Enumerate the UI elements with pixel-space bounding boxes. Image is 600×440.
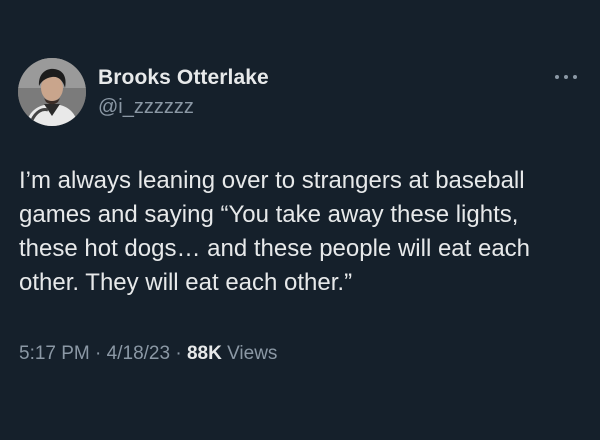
tweet-date[interactable]: 4/18/23 — [107, 343, 170, 364]
more-dot — [573, 75, 577, 79]
tweet-time[interactable]: 5:17 PM — [19, 343, 90, 364]
more-dot — [564, 75, 568, 79]
tweet-text-line: other. They will eat each other.” — [19, 269, 353, 296]
avatar[interactable] — [18, 58, 86, 126]
avatar-image — [18, 58, 86, 126]
meta-separator: · — [95, 343, 102, 364]
tweet-text-line: these hot dogs… and these people will ea… — [19, 235, 531, 262]
views-label: Views — [227, 343, 278, 364]
tweet-text-line: I’m always leaning over to strangers at … — [19, 167, 525, 194]
tweet-text-line: games and saying “You take away these li… — [19, 201, 519, 228]
more-options-icon[interactable] — [554, 72, 578, 82]
author-handle[interactable]: @i_zzzzzz — [98, 96, 194, 119]
meta-separator: · — [175, 343, 182, 364]
more-dot — [555, 75, 559, 79]
tweet-text: I’m always leaning over to strangers at … — [19, 164, 589, 300]
tweet-meta: 5:17 PM · 4/18/23 · 88K Views — [19, 343, 277, 365]
tweet-card: Brooks Otterlake @i_zzzzzz I’m always le… — [0, 0, 600, 440]
author-display-name[interactable]: Brooks Otterlake — [98, 66, 269, 90]
views-count: 88K — [186, 343, 222, 364]
